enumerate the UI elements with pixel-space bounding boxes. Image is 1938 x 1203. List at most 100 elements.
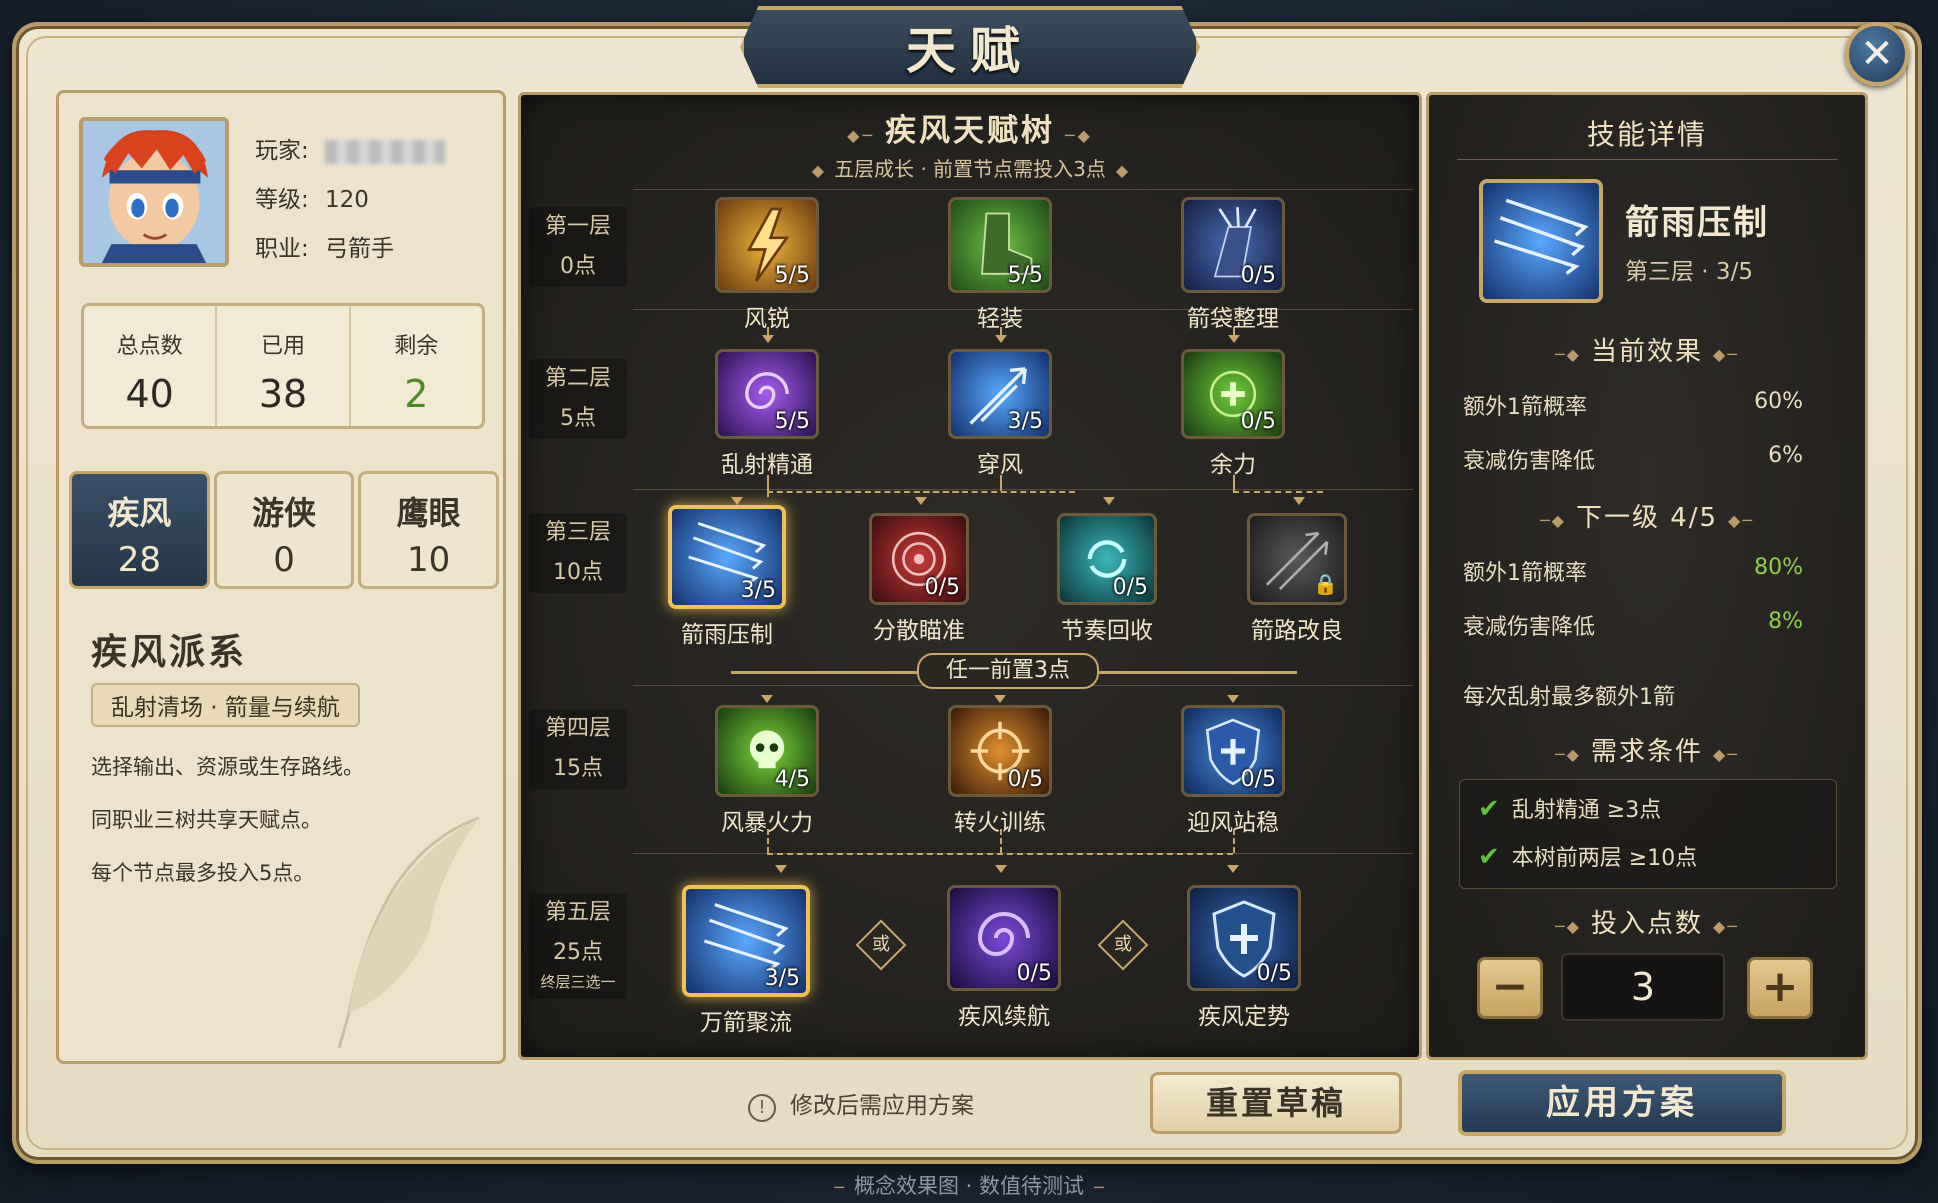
node-name: 疾风续航 [958, 1004, 1050, 1030]
close-button[interactable]: ✕ [1845, 22, 1909, 86]
warning-text: 修改后需应用方案 [790, 1093, 974, 1119]
check-icon: ✔ [1478, 842, 1500, 872]
tree-subtitle-text: 五层成长 · 前置节点需投入3点 [834, 157, 1106, 181]
apply-plan-button[interactable]: 应用方案 [1458, 1070, 1786, 1136]
tier-3-label: 第三层 10点 [529, 513, 627, 593]
arrow-down [775, 865, 787, 873]
talent-node-xuhang[interactable]: 0/5 疾风续航 [939, 885, 1069, 1031]
effect-row: 额外1箭概率 80% [1463, 555, 1803, 587]
talent-node-jianlu[interactable]: 🔒 箭路改良 [1237, 513, 1357, 645]
talent-node-yuli[interactable]: 0/5 余力 [1173, 349, 1293, 479]
node-name: 分散瞄准 [873, 618, 965, 644]
node-name: 疾风定势 [1198, 1004, 1290, 1030]
increase-points-button[interactable]: + [1747, 957, 1813, 1019]
section-title: 投入点数 [1590, 909, 1703, 939]
tab-jifeng[interactable]: 疾风 28 [69, 471, 210, 589]
requirement-item: ✔ 乱射精通 ≥3点 [1478, 792, 1661, 824]
next-level-title: ─◆ 下一级 4/5 ◆─ [1540, 503, 1754, 533]
footer-caption: ─ 概念效果图 · 数值待测试 ─ [834, 1174, 1104, 1198]
section-title: 需求条件 [1590, 737, 1703, 767]
tier-points: 10点 [553, 560, 603, 585]
lock-icon: 🔒 [1313, 572, 1338, 596]
effect-label: 衰减伤害降低 [1463, 615, 1596, 640]
reset-draft-button[interactable]: 重置草稿 [1150, 1072, 1402, 1134]
avatar-portrait [83, 121, 225, 263]
talent-node-dingshi[interactable]: 0/5 疾风定势 [1179, 885, 1309, 1031]
tier-note: 终层三选一 [540, 973, 616, 991]
effect-value: 8% [1768, 609, 1803, 634]
effect-note: 每次乱射最多额外1箭 [1463, 679, 1803, 711]
points-summary: 总点数 40 已用 38 剩余 2 [81, 303, 485, 429]
node-name: 万箭聚流 [700, 1010, 792, 1036]
arrow-down [1227, 695, 1239, 703]
feather-icon [337, 816, 480, 1049]
detail-skill-icon [1479, 179, 1603, 303]
arrow-down [731, 497, 743, 505]
talent-node-jiezou[interactable]: 0/5 节奏回收 [1047, 513, 1167, 645]
talent-node-fensan[interactable]: 0/5 分散瞄准 [859, 513, 979, 645]
player-class: 弓箭手 [325, 236, 394, 262]
node-name: 节奏回收 [1061, 618, 1153, 644]
player-info: 玩家: 等级: 120 职业: 弓箭手 [255, 127, 445, 274]
detail-skill-name: 箭雨压制 [1625, 203, 1769, 243]
or-label: 或 [872, 934, 890, 955]
talent-node-qingzhuang[interactable]: 5/5 轻装 [940, 197, 1060, 333]
tab-youxia[interactable]: 游侠 0 [213, 471, 355, 589]
arrow-down [994, 695, 1006, 703]
talent-node-fengrui[interactable]: 5/5 风锐 [707, 197, 827, 333]
node-count: 3/5 [1007, 409, 1043, 434]
bracket [1097, 671, 1297, 674]
talent-node-jiandai[interactable]: 0/5 箭袋整理 [1173, 197, 1293, 333]
tree-tabs: 疾风 28 游侠 0 鹰眼 10 [69, 471, 500, 589]
warning-icon: ! [748, 1094, 776, 1122]
talent-node-yingfeng[interactable]: 0/5 迎风站稳 [1173, 705, 1293, 837]
detail-header: 技能详情 [1586, 118, 1707, 151]
effect-value: 6% [1768, 443, 1803, 468]
note-text: 每次乱射最多额外1箭 [1463, 685, 1675, 710]
node-count: 0/5 [924, 575, 960, 600]
tab-name: 鹰眼 [396, 494, 461, 532]
or-divider: 或 [855, 919, 907, 971]
tab-points: 28 [117, 540, 161, 580]
divider [633, 189, 1413, 190]
effect-row: 衰减伤害降低 8% [1463, 609, 1803, 641]
talent-tree-panel: ◆─ 疾风天赋树 ─◆ ◆ 五层成长 · 前置节点需投入3点 ◆ 第一层 0点 第二层 5点… [518, 92, 1422, 1060]
tab-points: 0 [273, 540, 295, 580]
tab-points: 10 [407, 540, 451, 580]
talent-node-luanshe[interactable]: 5/5 乱射精通 [707, 349, 827, 479]
tab-yingyan[interactable]: 鹰眼 10 [358, 471, 500, 589]
talent-node-zhuanhuo[interactable]: 0/5 转火训练 [940, 705, 1060, 837]
node-name: 箭雨压制 [681, 622, 773, 648]
node-name: 箭路改良 [1251, 618, 1343, 644]
talent-node-jianyu[interactable]: 3/5 箭雨压制 [665, 505, 789, 649]
node-count: 0/5 [1240, 767, 1276, 792]
talent-node-fengbao[interactable]: 4/5 风暴火力 [707, 705, 827, 837]
node-count: 0/5 [1007, 767, 1043, 792]
talent-screen: 天赋 ✕ 玩家: 等级: 120 职业: 弓箭手 总点数 40 已用 38 剩余 2 疾风… [0, 0, 1938, 1203]
effect-value: 80% [1754, 555, 1803, 580]
requirements-box: ✔ 乱射精通 ≥3点 ✔ 本树前两层 ≥10点 [1459, 779, 1837, 889]
effect-row: 衰减伤害降低 6% [1463, 443, 1803, 475]
node-name: 余力 [1210, 452, 1256, 478]
page-title: 天赋 [906, 22, 1034, 80]
section-title: 下一级 4/5 [1575, 503, 1719, 533]
player-panel: 玩家: 等级: 120 职业: 弓箭手 总点数 40 已用 38 剩余 2 疾风 28 游侠… [56, 90, 506, 1064]
stat-used: 已用 38 [217, 306, 351, 426]
node-count: 5/5 [774, 263, 810, 288]
tier-name: 第五层 [544, 900, 611, 925]
school-badge: 乱射清场 · 箭量与续航 [91, 683, 360, 727]
dashed-connector [1233, 491, 1323, 493]
node-count: 0/5 [1112, 575, 1148, 600]
node-count: 0/5 [1256, 961, 1292, 986]
node-name: 箭袋整理 [1187, 306, 1279, 332]
invest-points-value[interactable]: 3 [1561, 953, 1725, 1021]
tier-points: 15点 [553, 756, 603, 781]
node-count: 0/5 [1016, 961, 1052, 986]
arrow-rain-icon [1494, 198, 1589, 275]
talent-node-wanjian[interactable]: 3/5 万箭聚流 [681, 885, 811, 1037]
decrease-points-button[interactable]: − [1477, 957, 1543, 1019]
talent-node-chuanfeng[interactable]: 3/5 穿风 [940, 349, 1060, 479]
tier-2-label: 第二层 5点 [529, 359, 627, 439]
school-title: 疾风派系 [91, 632, 248, 673]
tier-1-label: 第一层 0点 [529, 207, 627, 287]
